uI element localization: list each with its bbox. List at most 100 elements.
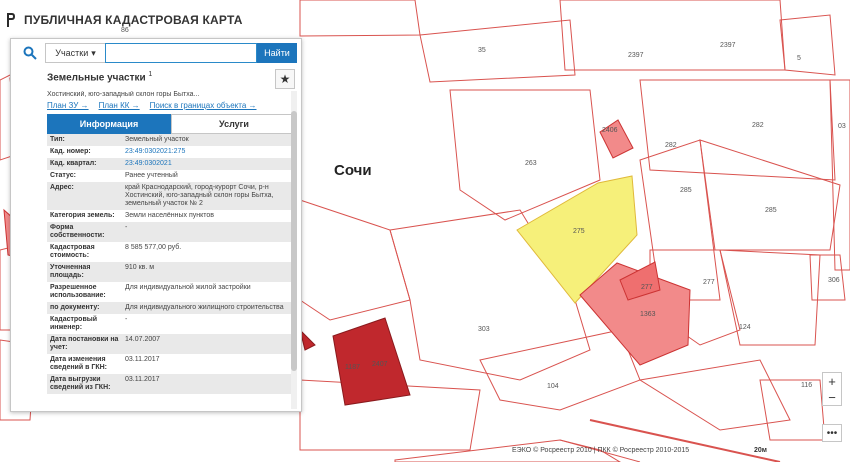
info-value[interactable]: 23:49:0302021 [122, 158, 297, 170]
app-title: ПУБЛИЧНАЯ КАДАСТРОВАЯ КАРТА [24, 13, 243, 27]
parcel-outline[interactable] [829, 79, 850, 271]
more-options-button[interactable]: ••• [822, 424, 842, 442]
object-details: Хостинский, юго-западный склон горы Бытх… [47, 91, 297, 407]
info-key: Дата изменения сведений в ГКН: [50, 356, 107, 371]
info-key: Дата постановки на учет: [50, 336, 119, 351]
info-row: Статус: Ранее учтенный [47, 170, 297, 182]
parcel-outline[interactable] [719, 249, 821, 346]
search-icon[interactable] [15, 43, 45, 63]
object-links: План ЗУ → План КК → Поиск в границах объ… [47, 101, 297, 110]
info-row: Разрешенное использование: Для индивидуал… [47, 282, 297, 302]
parcel-label: 1363 [640, 311, 656, 318]
info-key: Категория земель: [50, 212, 115, 219]
info-value[interactable]: 23:49:0302021:275 [122, 146, 297, 158]
parcel-outline[interactable] [779, 14, 836, 76]
scrollbar-thumb[interactable] [291, 111, 297, 371]
parcel-label: 275 [573, 228, 585, 235]
info-value: 14.07.2007 [125, 336, 161, 343]
info-value: Для индивидуального жилищного строительс… [125, 304, 284, 311]
parcel-outline[interactable] [699, 139, 841, 251]
parcel-label: 104 [547, 383, 559, 390]
scale-bar: 20м [754, 447, 767, 454]
parcel-outline[interactable] [559, 0, 786, 71]
info-row: по документу: Для индивидуального жилищно… [47, 302, 297, 314]
parcel-label: 2407 [372, 361, 388, 368]
info-row: Категория земель: Земли населённых пункто… [47, 210, 297, 222]
info-key: Адрес: [50, 184, 74, 191]
zoom-in-button[interactable]: + [823, 373, 841, 389]
parcel-outline[interactable] [299, 0, 421, 37]
info-key: Форма собственности: [50, 224, 105, 239]
parcel-outline[interactable] [479, 329, 641, 411]
info-key: Разрешенное использование: [50, 284, 106, 299]
section-count: 1 [148, 71, 153, 78]
tab-information[interactable]: Информация [47, 114, 171, 134]
info-value: Земельный участок [125, 136, 189, 143]
info-key: Тип: [50, 136, 65, 143]
info-row: Кад. квартал: 23:49:0302021 [47, 158, 297, 170]
zoom-out-button[interactable]: − [823, 389, 841, 405]
parcel-label: 285 [680, 187, 692, 194]
rosreestr-logo-icon[interactable] [6, 12, 16, 28]
parcel-outline[interactable] [419, 19, 576, 83]
info-row: Кадастровый инженер: - [47, 314, 297, 334]
parcel-label: 116 [801, 382, 812, 389]
tab-services[interactable]: Услуги [171, 114, 297, 134]
info-row: Форма собственности: - [47, 222, 297, 242]
parcel-outline[interactable] [759, 379, 826, 441]
info-row: Адрес: край Краснодарский, город-курорт С… [47, 182, 297, 210]
link-plan-kk[interactable]: План КК → [99, 101, 140, 110]
info-value: 8 585 577,00 руб. [125, 244, 182, 251]
parcel-label: 124 [739, 324, 751, 331]
parcel-2406[interactable] [599, 119, 634, 159]
info-key: Дата выгрузки сведений из ГКН: [50, 376, 111, 391]
info-row: Тип: Земельный участок [47, 134, 297, 146]
info-row: Кад. номер: 23:49:0302021:275 [47, 146, 297, 158]
info-key: по документу: [50, 304, 100, 311]
parcel-small[interactable] [299, 328, 316, 351]
parcel-label: 86 [121, 27, 129, 34]
favorite-star-icon[interactable]: ★ [275, 69, 295, 89]
panel-scrollbar[interactable] [291, 91, 297, 409]
parcel-outline[interactable] [639, 79, 836, 181]
search-type-label: Участки [55, 48, 89, 58]
search-type-select[interactable]: Участки ▾ [45, 43, 105, 63]
info-row: Дата изменения сведений в ГКН: 03.11.2017 [47, 354, 297, 374]
info-value: 03.11.2017 [125, 376, 160, 383]
info-value: 03.11.2017 [125, 356, 160, 363]
parcel-label: 1187 [345, 364, 360, 371]
search-bar: Участки ▾ Найти [15, 43, 297, 63]
find-button[interactable]: Найти [257, 43, 297, 63]
info-value: - [125, 224, 128, 231]
link-plan-zu[interactable]: План ЗУ → [47, 101, 89, 110]
info-key: Кад. номер: [50, 148, 91, 155]
app-header: ПУБЛИЧНАЯ КАДАСТРОВАЯ КАРТА [6, 12, 243, 28]
info-value: Земли населённых пунктов [125, 212, 215, 219]
link-search-in-bounds[interactable]: Поиск в границах объекта → [150, 101, 257, 110]
info-value: Для индивидуальной жилой застройки [125, 284, 251, 291]
address-fragment: Хостинский, юго-западный склон горы Бытх… [47, 91, 200, 98]
parcel-label: 35 [478, 47, 486, 54]
info-value: край Краснодарский, город-курорт Сочи, р… [125, 184, 274, 207]
parcel-label: 277 [641, 284, 653, 291]
parcel-label: 2397 [720, 42, 736, 49]
info-row: Дата выгрузки сведений из ГКН: 03.11.2017 [47, 374, 297, 394]
info-key: Кадастровый инженер: [50, 316, 98, 331]
parcel-outline[interactable] [299, 199, 411, 321]
parcel-label: 03 [838, 123, 846, 130]
parcel-label: 2406 [602, 127, 618, 134]
info-row: Кадастровая стоимость: 8 585 577,00 руб. [47, 242, 297, 262]
info-key: Уточненная площадь: [50, 264, 91, 279]
parcel-label: 263 [525, 160, 537, 167]
info-value: 910 кв. м [125, 264, 155, 271]
section-title: Земельные участки 1 [47, 71, 152, 83]
search-input[interactable] [105, 43, 257, 63]
city-label: Сочи [334, 162, 372, 179]
parcel-label: 2397 [628, 52, 644, 59]
parcel-label: 277 [703, 279, 715, 286]
parcel-label: 282 [665, 142, 677, 149]
info-value: - [125, 316, 128, 323]
info-tabs: Информация Услуги [47, 114, 297, 134]
scale-label: 20м [754, 447, 767, 454]
parcel-outline[interactable] [638, 359, 791, 431]
